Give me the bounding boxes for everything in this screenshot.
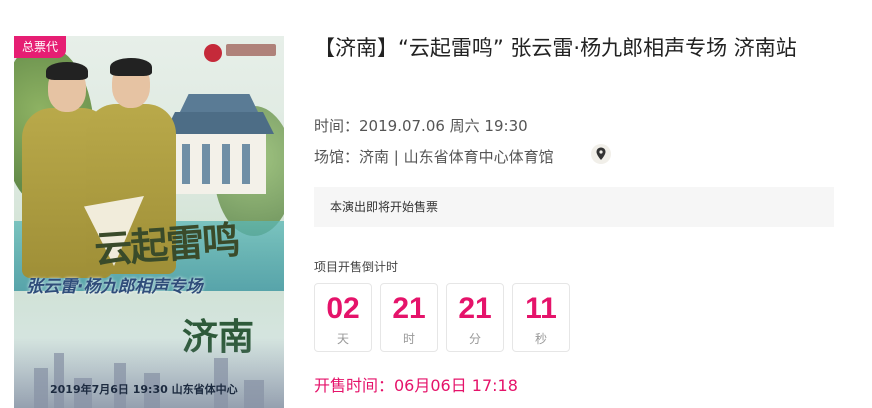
countdown-days: 02 天 <box>314 283 372 352</box>
sale-start-time: 开售时间：06月06日 17:18 <box>314 376 518 395</box>
sale-notice: 本演出即将开始售票 <box>314 187 834 227</box>
brand-logo <box>226 44 276 56</box>
venue-value: 济南 | 山东省体育中心体育馆 <box>359 148 554 166</box>
agency-badge: 总票代 <box>14 36 67 58</box>
poster-calligraphy: 云起雷鸣 <box>92 217 240 272</box>
countdown-hours: 21 时 <box>380 283 438 352</box>
countdown-unit: 秒 <box>534 332 547 346</box>
countdown-unit: 分 <box>468 332 481 346</box>
event-time-row: 时间：2019.07.06 周六 19:30 <box>314 115 528 136</box>
poster-performers: 张云雷·杨九郎相声专场 <box>26 277 203 297</box>
countdown-seconds: 11 秒 <box>512 283 570 352</box>
countdown-label: 项目开售倒计时 <box>314 260 399 274</box>
countdown-value: 02 <box>326 292 360 325</box>
countdown-minutes: 21 分 <box>446 283 504 352</box>
brand-seal-icon <box>204 44 222 62</box>
time-label: 时间： <box>314 117 360 135</box>
event-poster[interactable]: 总票代 云起雷鸣 张云雷·杨九郎相声专场 济南 2019年7月6日 19:30 … <box>14 36 284 408</box>
countdown-value: 21 <box>392 292 426 325</box>
venue-label: 场馆： <box>314 148 360 166</box>
poster-pavilion-art <box>164 94 274 209</box>
countdown-value: 21 <box>458 292 492 325</box>
event-title: 【济南】“云起雷鸣” 张云雷·杨九郎相声专场 济南站 <box>314 36 797 60</box>
poster-date-line: 2019年7月6日 19:30 山东省体中心 <box>50 383 238 396</box>
countdown-unit: 时 <box>402 332 415 346</box>
poster-skyline-art <box>14 338 284 408</box>
event-venue-row: 场馆：济南 | 山东省体育中心体育馆 <box>314 146 554 167</box>
time-value: 2019.07.06 周六 19:30 <box>359 117 528 135</box>
countdown-unit: 天 <box>336 332 349 346</box>
countdown-value: 11 <box>525 292 557 325</box>
map-pin-icon[interactable] <box>591 144 611 164</box>
